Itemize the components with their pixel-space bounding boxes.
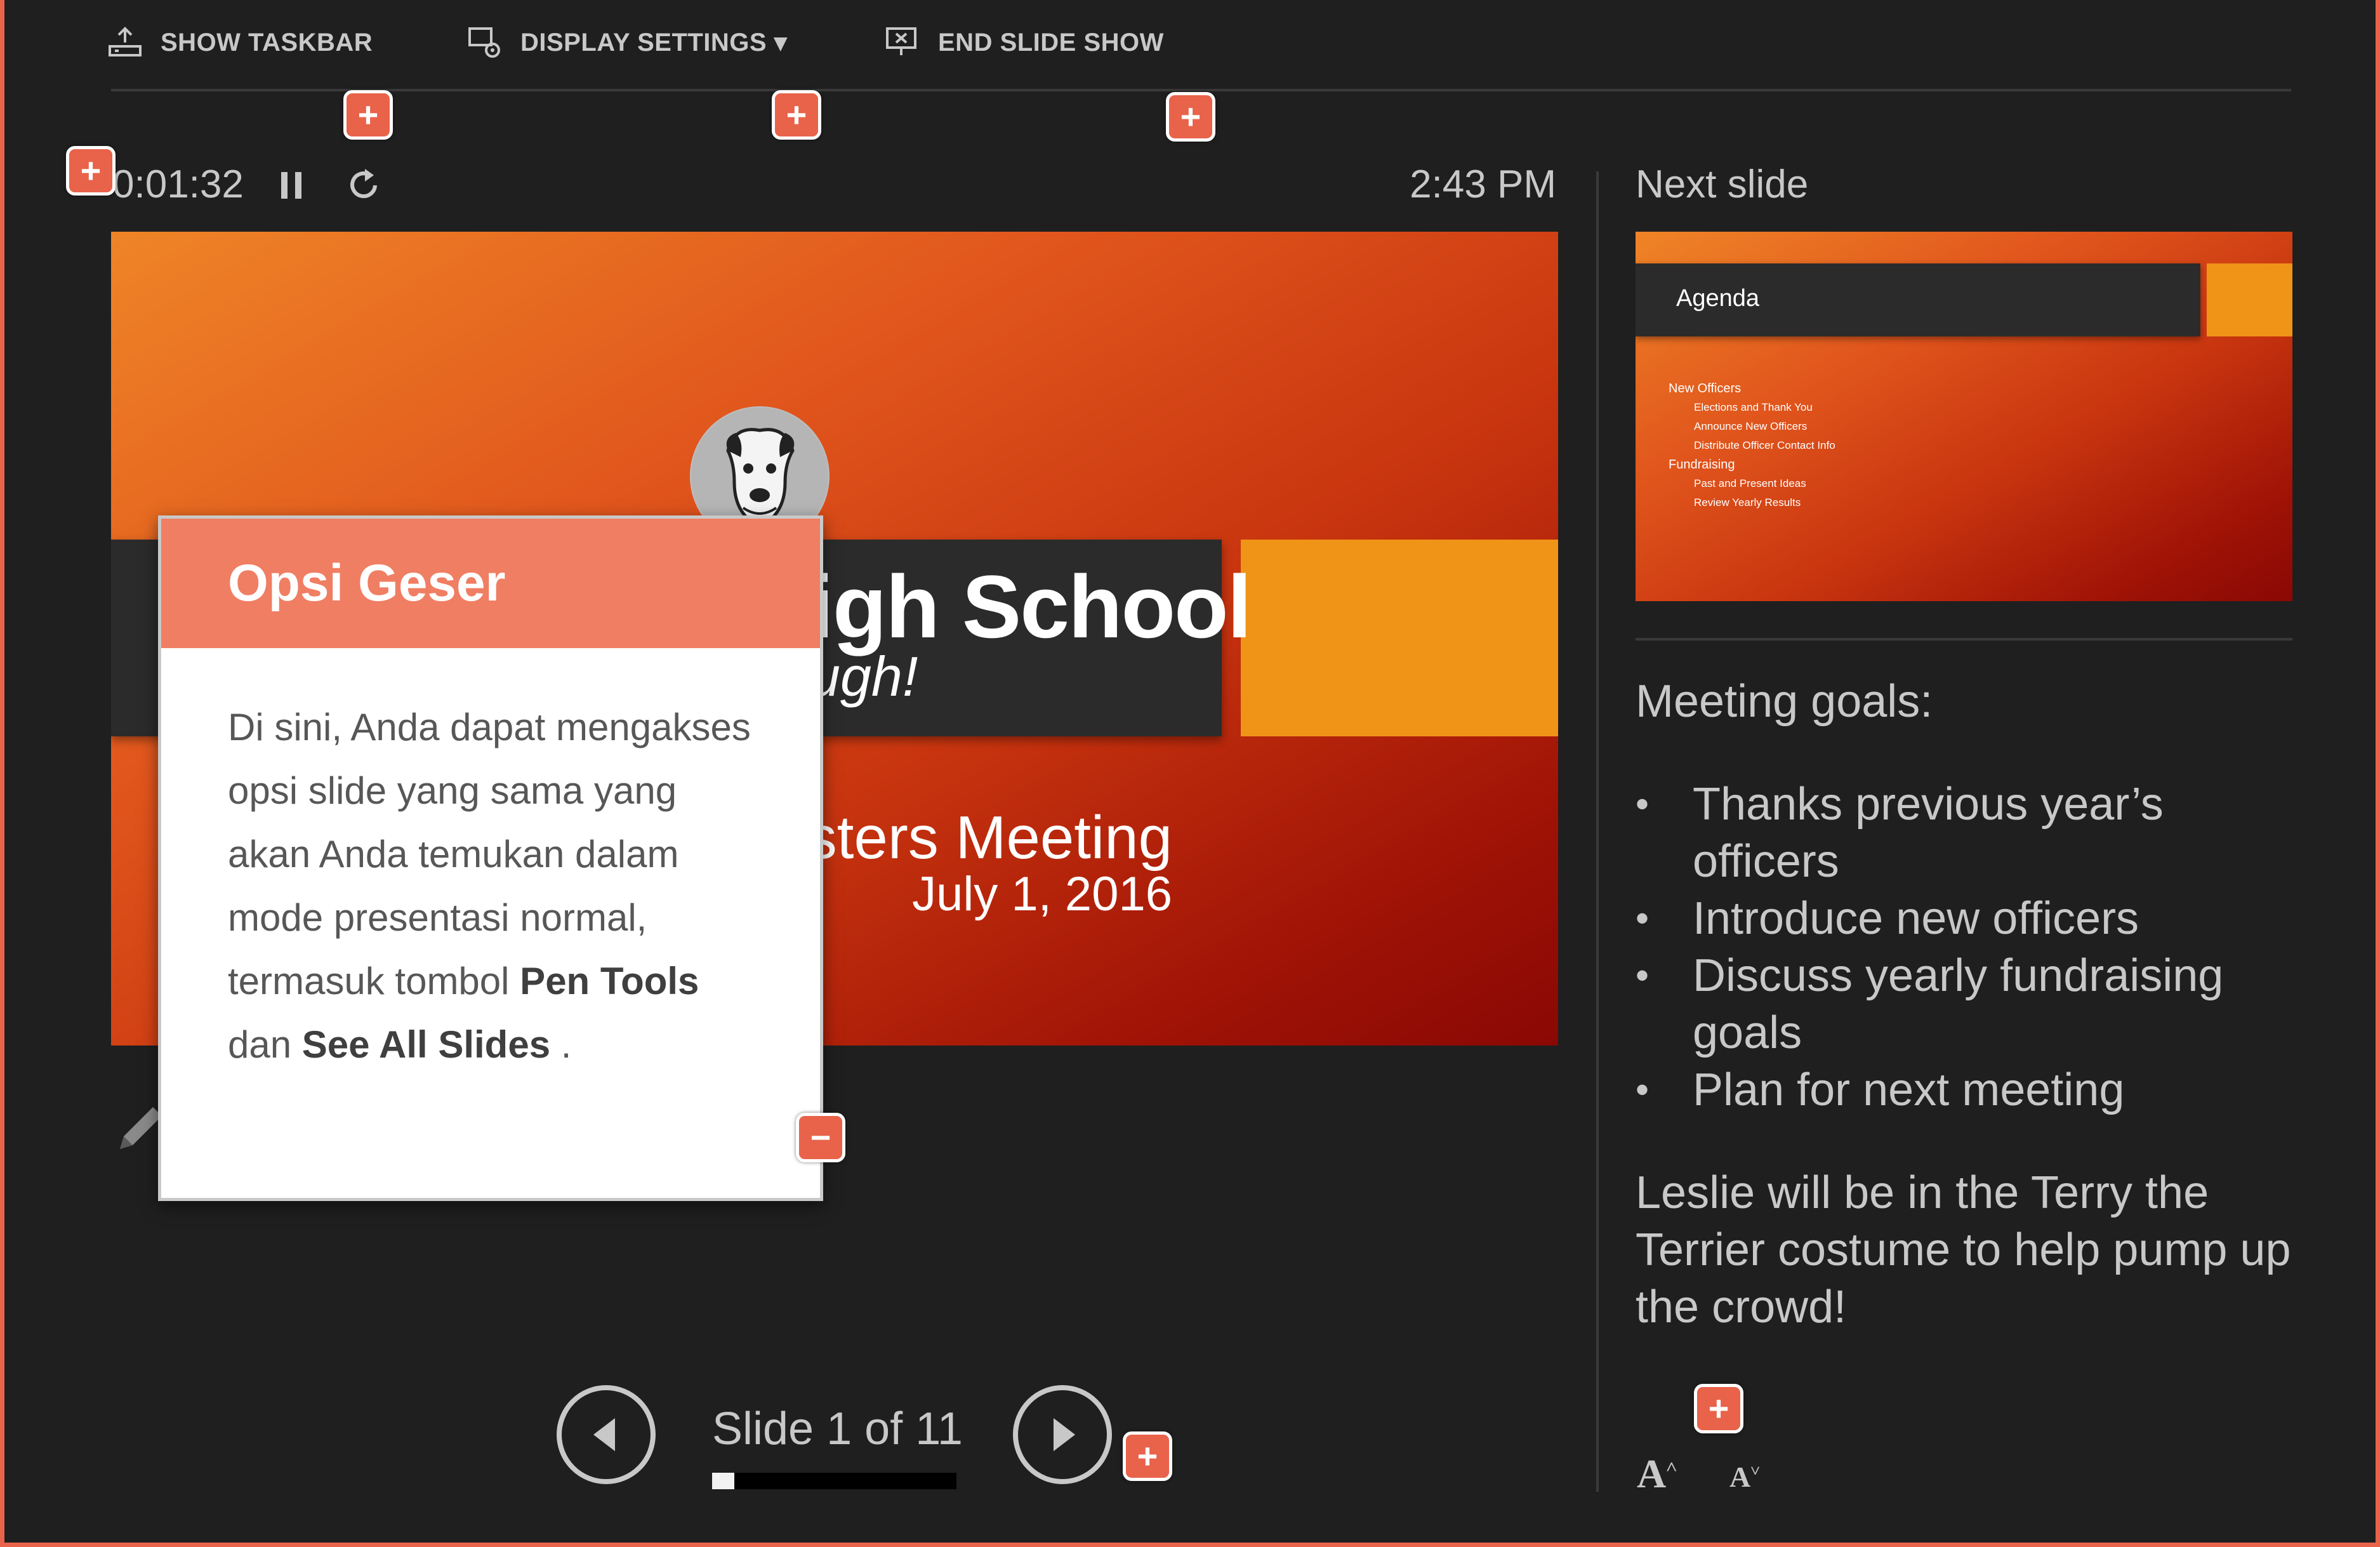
chevron-right-icon xyxy=(1054,1418,1075,1451)
next-slide-bullet: New Officers xyxy=(1669,382,1742,395)
display-settings-button[interactable]: DISPLAY SETTINGS ▾ xyxy=(466,20,787,65)
restart-timer-icon[interactable] xyxy=(346,166,383,203)
notes-closing: Leslie will be in the Terry the Terrier … xyxy=(1636,1167,2291,1332)
callout-connector: dan xyxy=(228,1023,302,1066)
callout-header: Opsi Geser xyxy=(161,519,820,648)
callout-body: Di sini, Anda dapat mengakses opsi slide… xyxy=(161,648,820,1077)
toolbar-divider xyxy=(111,89,2291,91)
end-slide-show-button[interactable]: END SLIDE SHOW xyxy=(883,20,1164,65)
hotspot-navigation[interactable]: + xyxy=(1123,1431,1172,1481)
end-slide-show-label: END SLIDE SHOW xyxy=(938,28,1164,56)
next-slide-bullets: New Officers Elections and Thank You Ann… xyxy=(1669,379,1835,512)
pane-divider xyxy=(1596,171,1599,1492)
hotspot-timer[interactable]: + xyxy=(66,146,116,196)
slide-title: igh School xyxy=(809,557,1252,656)
callout-title: Opsi Geser xyxy=(228,554,506,612)
next-slide-bullet: Elections and Thank You xyxy=(1694,401,1813,413)
notes-item: Plan for next meeting xyxy=(1636,1061,2302,1119)
notes-list: Thanks previous year’s officers Introduc… xyxy=(1636,776,2302,1119)
next-slide-title: Agenda xyxy=(1676,285,1760,312)
show-taskbar-button[interactable]: SHOW TASKBAR xyxy=(106,20,373,65)
next-slide-bullet: Review Yearly Results xyxy=(1694,496,1801,508)
slide-subtitle: sters Meeting xyxy=(806,804,1172,872)
hotspot-show-taskbar[interactable]: + xyxy=(343,90,393,140)
notes-item: Introduce new officers xyxy=(1636,890,2302,947)
callout-text: Di sini, Anda dapat mengakses opsi slide… xyxy=(228,706,751,1002)
next-slide-bullet: Past and Present Ideas xyxy=(1694,477,1806,489)
next-slide-bullet: Distribute Officer Contact Info xyxy=(1694,439,1835,451)
increase-font-icon[interactable]: A˄ xyxy=(1637,1451,1677,1497)
decrease-font-icon[interactable]: A˅ xyxy=(1729,1460,1760,1494)
speaker-notes[interactable]: Meeting goals: Thanks previous year’s of… xyxy=(1636,673,2302,1336)
callout-suffix: . xyxy=(550,1023,572,1066)
hotspot-display-settings[interactable]: + xyxy=(772,90,821,140)
notes-item: Discuss yearly fundraising goals xyxy=(1636,947,2302,1061)
presenter-view: SHOW TASKBAR DISPLAY SETTINGS ▾ END SLID… xyxy=(0,0,2380,1547)
current-time: 2:43 PM xyxy=(1410,163,1556,206)
tutorial-callout: Opsi Geser Di sini, Anda dapat mengakses… xyxy=(158,515,823,1201)
hotspot-font-size[interactable]: + xyxy=(1694,1384,1743,1433)
end-show-icon xyxy=(886,27,916,55)
previous-slide-button[interactable] xyxy=(555,1384,657,1485)
slide-date: July 1, 2016 xyxy=(912,867,1172,921)
next-slide-accent-block xyxy=(2207,263,2292,336)
next-slide-button[interactable] xyxy=(1012,1384,1113,1485)
next-slide-preview[interactable]: Agenda New Officers Elections and Thank … xyxy=(1636,232,2292,601)
slide-counter: Slide 1 of 11 xyxy=(712,1404,963,1454)
notes-heading: Meeting goals: xyxy=(1636,676,1933,727)
slide-progress-fill xyxy=(712,1473,734,1489)
taskbar-icon xyxy=(109,27,142,56)
next-slide-bullet: Fundraising xyxy=(1669,458,1735,472)
notes-divider xyxy=(1636,638,2292,641)
display-settings-icon xyxy=(468,27,500,58)
elapsed-timer: 0:01:32 xyxy=(112,163,244,206)
next-slide-label: Next slide xyxy=(1636,163,1809,206)
display-settings-label: DISPLAY SETTINGS ▾ xyxy=(520,29,788,56)
next-slide-bullet: Announce New Officers xyxy=(1694,420,1808,432)
hotspot-end-slide-show[interactable]: + xyxy=(1166,92,1215,142)
show-taskbar-label: SHOW TASKBAR xyxy=(161,28,373,56)
pause-icon[interactable] xyxy=(277,168,305,203)
callout-pen-tools: Pen Tools xyxy=(520,960,699,1002)
callout-see-all-slides: See All Slides xyxy=(301,1023,551,1066)
frame-edge xyxy=(4,1543,2376,1547)
chevron-left-icon xyxy=(593,1418,615,1451)
notes-item: Thanks previous year’s officers xyxy=(1636,776,2302,890)
slide-progress-bar xyxy=(712,1473,956,1489)
callout-collapse-button[interactable]: − xyxy=(796,1113,845,1162)
slide-tagline: ugh! xyxy=(809,645,918,708)
